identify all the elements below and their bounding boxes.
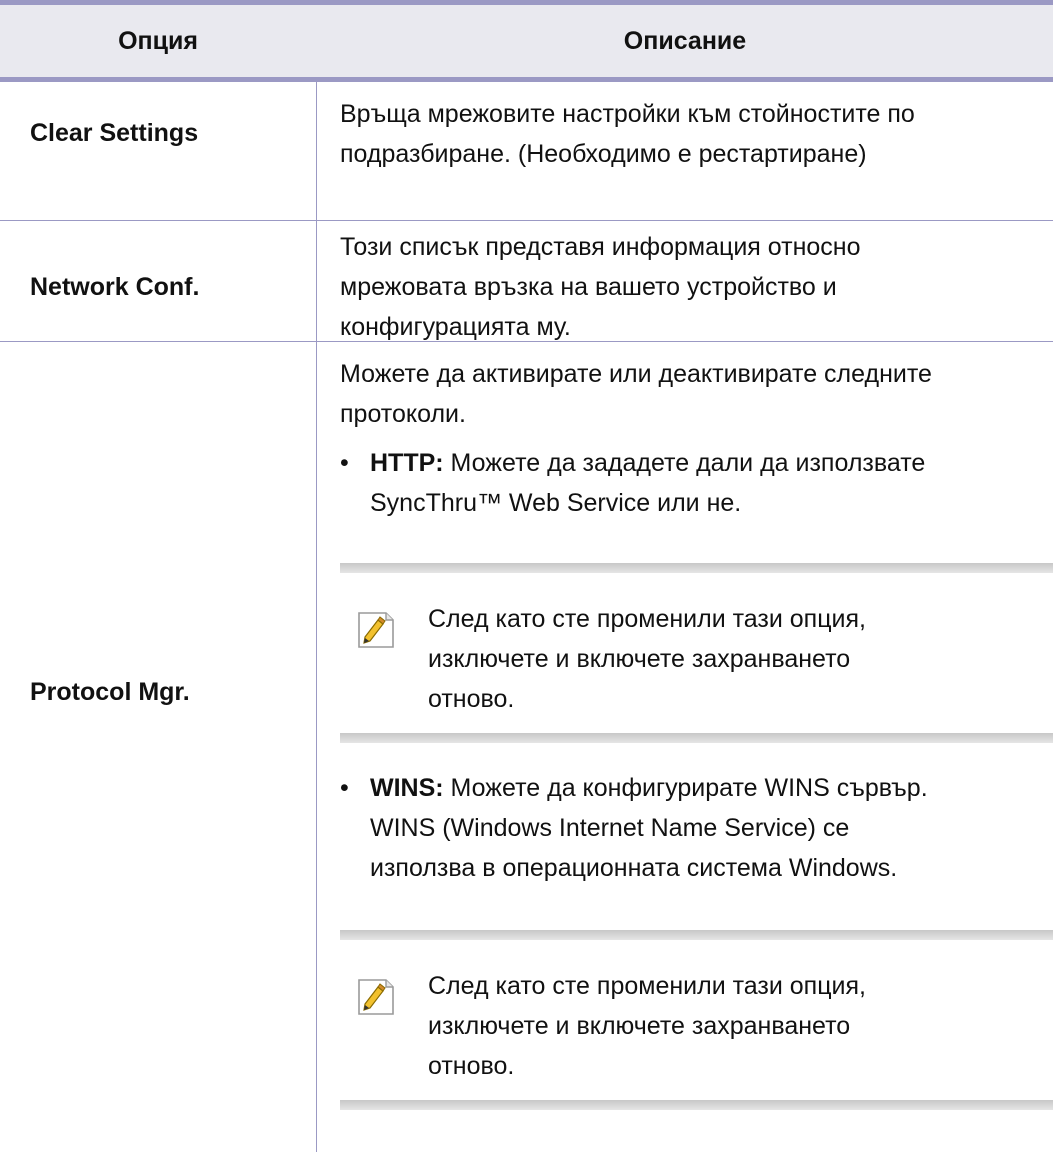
description-clear-settings: Връща мрежовите настройки към стойностит…: [340, 94, 1050, 174]
bullet-text: HTTP: Можете да зададете дали да използв…: [370, 443, 1050, 523]
bullet-marker: •: [340, 449, 349, 477]
row-rule: [0, 220, 1053, 221]
description-protocol-mgr-intro: Можете да активирате или деактивирате сл…: [340, 354, 1050, 434]
option-clear-settings: Clear Settings: [30, 119, 199, 147]
note-line: отново.: [428, 1052, 515, 1080]
bullet-label: HTTP:: [370, 449, 444, 477]
options-table: Опция Описание Clear Settings Връща мреж…: [0, 5, 1053, 1152]
note-pencil-icon: [356, 610, 396, 650]
description-line: Този списък представя информация относно: [340, 233, 861, 261]
header-rule: [0, 77, 1053, 82]
note-box: След като сте променили тази опция, изкл…: [340, 563, 1053, 743]
description-line: подразбиране. (Необходимо е рестартиране…: [340, 140, 867, 168]
bullet-marker: •: [340, 774, 349, 802]
note-text: След като сте променили тази опция, изкл…: [428, 966, 1028, 1086]
note-pencil-icon: [356, 977, 396, 1017]
bullet-line: SyncThru™ Web Service или не.: [370, 489, 742, 517]
description-line: Връща мрежовите настройки към стойностит…: [340, 100, 915, 128]
note-line: изключете и включете захранването: [428, 645, 851, 673]
note-band-top: [340, 563, 1053, 573]
bullet-line-text: Можете да зададете дали да използвате: [443, 449, 926, 477]
description-line: Можете да активирате или деактивирате сл…: [340, 360, 932, 388]
table-header: Опция Описание: [0, 5, 1053, 77]
description-line: мрежовата връзка на вашето устройство и: [340, 273, 837, 301]
note-line: След като сте променили тази опция,: [428, 972, 866, 1000]
bullet-line: WINS (Windows Internet Name Service) се: [370, 814, 850, 842]
bullet-line: WINS: Можете да конфигурирате WINS сървъ…: [370, 768, 1050, 808]
note-line: След като сте променили тази опция,: [428, 605, 866, 633]
bullet-line-text: Можете да конфигурирате WINS сървър.: [443, 774, 928, 802]
bullet-line: HTTP: Можете да зададете дали да използв…: [370, 443, 1050, 483]
header-description: Описание: [623, 27, 747, 55]
bullet-text: WINS: Можете да конфигурирате WINS сървъ…: [370, 768, 1050, 888]
bullet-label: WINS:: [370, 774, 444, 802]
option-protocol-mgr: Protocol Mgr.: [30, 678, 190, 706]
column-divider: [316, 82, 317, 1152]
note-line: изключете и включете захранването: [428, 1012, 851, 1040]
note-box: След като сте променили тази опция, изкл…: [340, 930, 1053, 1110]
note-band-bottom: [340, 1100, 1053, 1110]
note-band-bottom: [340, 733, 1053, 743]
description-network-conf: Този списък представя информация относно…: [340, 227, 1050, 347]
header-option: Опция: [118, 27, 198, 55]
bullet-line: използва в операционната система Windows…: [370, 854, 898, 882]
note-text: След като сте променили тази опция, изкл…: [428, 599, 1028, 719]
option-network-conf: Network Conf.: [30, 273, 200, 301]
note-line: отново.: [428, 685, 515, 713]
note-band-top: [340, 930, 1053, 940]
description-line: протоколи.: [340, 400, 466, 428]
row-rule: [0, 341, 1053, 342]
